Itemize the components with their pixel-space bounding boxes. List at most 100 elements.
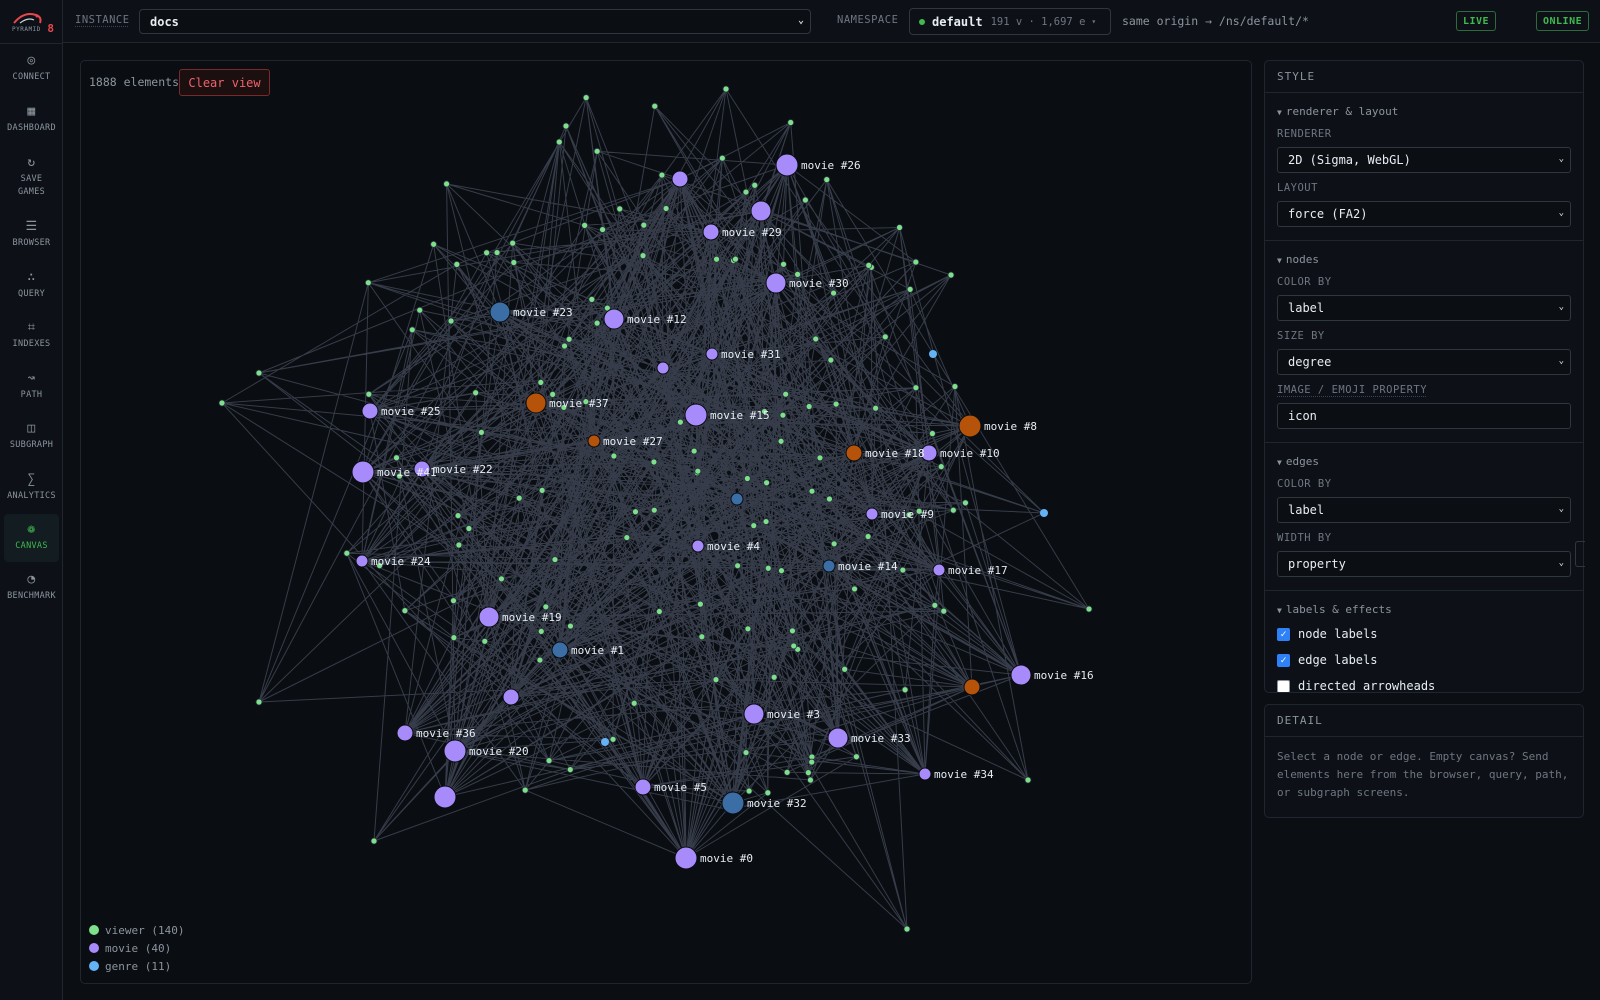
sidebar-item-query[interactable]: ∴ QUERY bbox=[0, 260, 63, 311]
viewer-node[interactable] bbox=[521, 786, 529, 794]
viewer-node[interactable] bbox=[493, 249, 501, 256]
movie-node[interactable] bbox=[765, 272, 787, 294]
viewer-node[interactable] bbox=[640, 221, 648, 229]
viewer-node[interactable] bbox=[899, 566, 907, 574]
viewer-node[interactable] bbox=[901, 686, 909, 694]
viewer-node[interactable] bbox=[566, 766, 574, 773]
viewer-node[interactable] bbox=[655, 608, 663, 615]
viewer-node[interactable] bbox=[698, 633, 706, 641]
viewer-node[interactable] bbox=[743, 475, 751, 482]
viewer-node[interactable] bbox=[651, 102, 659, 110]
section-renderer-layout[interactable]: ▼ renderer & layout bbox=[1265, 105, 1583, 119]
viewer-node[interactable] bbox=[447, 317, 455, 325]
width-by-select[interactable]: property ⌄ bbox=[1277, 551, 1571, 577]
viewer-node[interactable] bbox=[830, 289, 837, 297]
viewer-node[interactable] bbox=[770, 673, 778, 681]
viewer-node[interactable] bbox=[593, 319, 601, 327]
viewer-node[interactable] bbox=[510, 259, 518, 266]
viewer-node[interactable] bbox=[1024, 776, 1032, 784]
viewer-node[interactable] bbox=[430, 240, 438, 248]
viewer-node[interactable] bbox=[582, 94, 590, 102]
viewer-node[interactable] bbox=[851, 585, 858, 593]
checkbox-checked-icon[interactable]: ✓ bbox=[1277, 627, 1290, 641]
viewer-node[interactable] bbox=[732, 255, 739, 263]
movie-node[interactable] bbox=[721, 791, 745, 815]
viewer-node[interactable] bbox=[812, 335, 820, 343]
viewer-node[interactable] bbox=[807, 776, 814, 784]
viewer-node[interactable] bbox=[782, 390, 790, 398]
renderer-select[interactable]: 2D (Sigma, WebGL) ⌄ bbox=[1277, 147, 1571, 173]
movie-node[interactable] bbox=[489, 301, 511, 323]
viewer-node[interactable] bbox=[370, 837, 378, 845]
viewer-node[interactable] bbox=[478, 428, 485, 436]
movie-node[interactable] bbox=[478, 606, 500, 628]
genre-node[interactable] bbox=[601, 738, 609, 746]
viewer-node[interactable] bbox=[542, 603, 550, 611]
viewer-node[interactable] bbox=[780, 260, 787, 268]
viewer-node[interactable] bbox=[639, 252, 647, 260]
viewer-node[interactable] bbox=[762, 518, 770, 525]
viewer-node[interactable] bbox=[465, 525, 473, 532]
viewer-node[interactable] bbox=[455, 541, 463, 549]
viewer-node[interactable] bbox=[443, 180, 450, 188]
viewer-node[interactable] bbox=[805, 403, 813, 410]
viewer-node[interactable] bbox=[789, 627, 796, 635]
movie-node[interactable] bbox=[750, 200, 772, 222]
movie-node[interactable] bbox=[932, 563, 946, 577]
width-extra-field[interactable] bbox=[1575, 541, 1585, 567]
viewer-node[interactable] bbox=[609, 735, 617, 743]
section-labels-effects[interactable]: ▼ labels & effects bbox=[1265, 603, 1583, 617]
viewer-node[interactable] bbox=[745, 787, 753, 795]
viewer-node[interactable] bbox=[816, 454, 824, 462]
viewer-node[interactable] bbox=[509, 239, 517, 247]
layout-select[interactable]: force (FA2) ⌄ bbox=[1277, 201, 1571, 227]
viewer-node[interactable] bbox=[481, 637, 489, 645]
viewer-node[interactable] bbox=[401, 607, 409, 615]
legend-item[interactable]: movie (40) bbox=[89, 939, 184, 957]
section-edges[interactable]: ▼ edges bbox=[1265, 455, 1583, 469]
viewer-node[interactable] bbox=[783, 768, 791, 776]
movie-node[interactable] bbox=[963, 678, 981, 696]
movie-node[interactable] bbox=[691, 539, 705, 553]
viewer-node[interactable] bbox=[742, 188, 750, 196]
viewer-node[interactable] bbox=[712, 676, 720, 684]
movie-node[interactable] bbox=[433, 785, 457, 809]
genre-node[interactable] bbox=[929, 350, 937, 358]
arrowheads-toggle[interactable]: directed arrowheads bbox=[1265, 673, 1583, 692]
viewer-node[interactable] bbox=[561, 342, 568, 350]
viewer-node[interactable] bbox=[536, 656, 544, 664]
node-labels-toggle[interactable]: ✓ node labels bbox=[1265, 621, 1583, 647]
viewer-node[interactable] bbox=[255, 698, 263, 706]
viewer-node[interactable] bbox=[931, 601, 939, 609]
image-property-input[interactable]: icon bbox=[1277, 403, 1571, 429]
viewer-node[interactable] bbox=[658, 171, 666, 179]
viewer-node[interactable] bbox=[778, 567, 785, 575]
viewer-node[interactable] bbox=[551, 556, 559, 563]
viewer-node[interactable] bbox=[676, 418, 684, 426]
viewer-node[interactable] bbox=[808, 487, 816, 495]
movie-node[interactable] bbox=[705, 347, 719, 361]
sidebar-item-connect[interactable]: ◎ CONNECT bbox=[0, 44, 63, 94]
instance-select[interactable]: docs ⌄ bbox=[139, 9, 811, 34]
viewer-node[interactable] bbox=[790, 642, 798, 650]
viewer-node[interactable] bbox=[742, 749, 750, 756]
viewer-node[interactable] bbox=[515, 494, 523, 502]
viewer-node[interactable] bbox=[453, 260, 461, 268]
movie-node[interactable] bbox=[918, 767, 932, 781]
viewer-node[interactable] bbox=[610, 452, 618, 460]
viewer-node[interactable] bbox=[906, 285, 914, 293]
viewer-node[interactable] bbox=[841, 665, 849, 673]
viewer-node[interactable] bbox=[450, 597, 457, 605]
viewer-node[interactable] bbox=[951, 383, 959, 390]
viewer-node[interactable] bbox=[937, 463, 945, 471]
movie-node[interactable] bbox=[443, 739, 467, 763]
movie-node[interactable] bbox=[865, 507, 879, 521]
legend-item[interactable]: genre (11) bbox=[89, 957, 184, 975]
movie-node[interactable] bbox=[396, 724, 414, 742]
viewer-node[interactable] bbox=[562, 122, 570, 130]
viewer-node[interactable] bbox=[696, 600, 704, 608]
movie-node[interactable] bbox=[743, 703, 765, 725]
viewer-node[interactable] bbox=[744, 625, 752, 633]
viewer-node[interactable] bbox=[581, 221, 589, 229]
viewer-node[interactable] bbox=[365, 390, 373, 398]
